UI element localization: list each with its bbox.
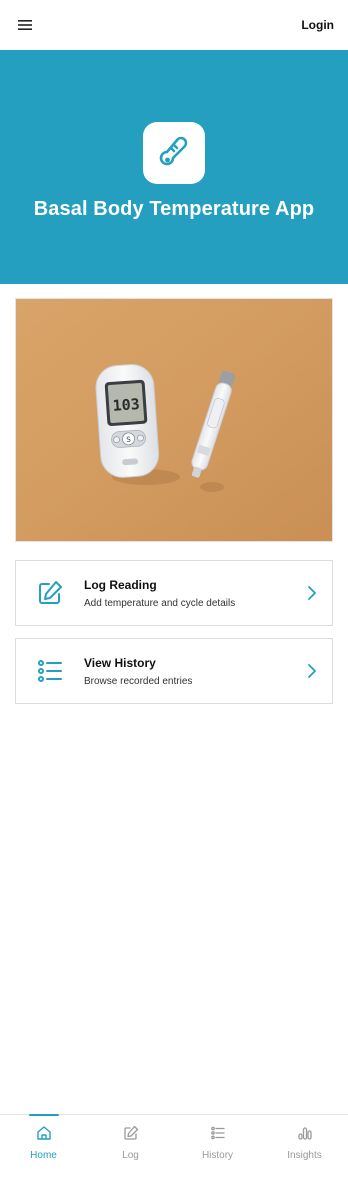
chevron-right-icon: [292, 663, 332, 679]
edit-pencil-icon: [16, 579, 84, 607]
bottom-tab-bar: Home Log History Insights: [0, 1114, 348, 1184]
tab-log[interactable]: Log: [87, 1115, 174, 1184]
edit-pencil-icon: [123, 1125, 139, 1146]
view-history-text: View History Browse recorded entries: [84, 656, 292, 687]
bar-chart-icon: [297, 1125, 313, 1146]
chevron-right-icon: [292, 585, 332, 601]
tab-home[interactable]: Home: [0, 1114, 87, 1184]
app-title: Basal Body Temperature App: [33, 198, 315, 220]
card-subtitle: Browse recorded entries: [84, 675, 193, 687]
log-reading-text: Log Reading Add temperature and cycle de…: [84, 578, 292, 609]
tab-label: Insights: [287, 1150, 322, 1161]
thermometer-icon: [143, 122, 205, 184]
login-button[interactable]: Login: [301, 18, 334, 32]
glucose-meter-photo: 103 S: [15, 298, 333, 542]
hero-banner: Basal Body Temperature App: [0, 50, 348, 284]
active-tab-indicator: [28, 1114, 59, 1116]
tab-label: Log: [122, 1150, 139, 1161]
card-title: View History: [84, 655, 156, 670]
tab-label: Home: [30, 1150, 57, 1161]
list-icon: [16, 657, 84, 685]
tab-label: History: [201, 1150, 234, 1161]
log-reading-card[interactable]: Log Reading Add temperature and cycle de…: [15, 560, 333, 626]
hamburger-menu-icon[interactable]: [14, 15, 36, 35]
card-subtitle: Add temperature and cycle details: [84, 597, 236, 609]
tab-insights[interactable]: Insights: [261, 1115, 348, 1184]
top-bar: Login: [0, 0, 348, 50]
list-icon: [210, 1125, 226, 1146]
svg-text:103: 103: [112, 395, 140, 415]
card-title: Log Reading: [84, 577, 157, 592]
home-icon: [36, 1125, 52, 1146]
tab-history[interactable]: History: [174, 1115, 261, 1184]
view-history-card[interactable]: View History Browse recorded entries: [15, 638, 333, 704]
